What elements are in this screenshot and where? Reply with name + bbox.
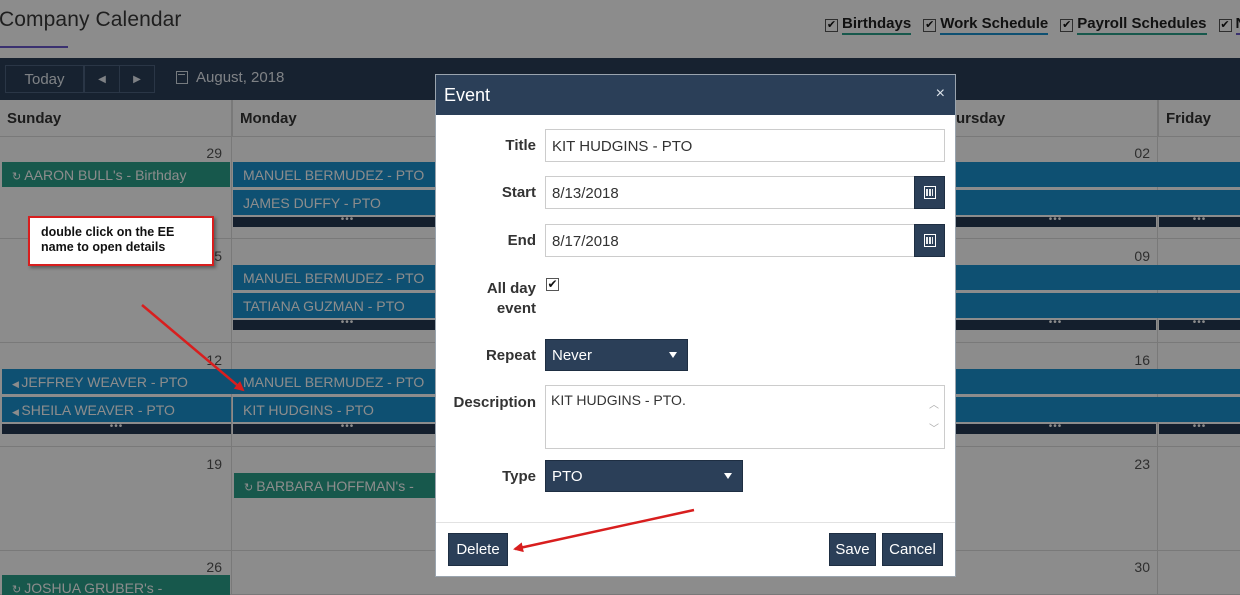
close-icon[interactable]: ×	[936, 85, 945, 103]
repeat-select[interactable]: Never	[545, 339, 688, 371]
caret-down-icon	[724, 473, 732, 479]
start-date-input[interactable]: 8/13/2018	[545, 176, 915, 209]
repeat-value: Never	[552, 347, 593, 364]
end-date-input[interactable]: 8/17/2018	[545, 224, 915, 257]
annotation-text: name to open details	[41, 240, 166, 254]
scroll-up-icon[interactable]: ︿	[929, 396, 939, 411]
start-date-picker-button[interactable]	[914, 176, 945, 209]
event-dialog: Event × Title KIT HUDGINS - PTO Start 8/…	[435, 74, 956, 577]
repeat-label: Repeat	[485, 347, 536, 364]
calendar-icon	[924, 234, 936, 247]
description-label: Description	[453, 394, 536, 411]
end-date-picker-button[interactable]	[914, 224, 945, 257]
dialog-title: Event	[444, 85, 491, 105]
dialog-header: Event ×	[436, 75, 955, 115]
all-day-label-line: event	[496, 300, 536, 317]
description-textarea[interactable]: KIT HUDGINS - PTO. ︿ ﹀	[545, 385, 945, 449]
save-button[interactable]: Save	[829, 533, 876, 566]
type-value: PTO	[552, 468, 583, 485]
title-input[interactable]: KIT HUDGINS - PTO	[545, 129, 945, 162]
type-label: Type	[502, 468, 536, 485]
cancel-button[interactable]: Cancel	[882, 533, 943, 566]
annotation-text: double click on the EE	[41, 225, 175, 239]
start-label: Start	[501, 184, 536, 201]
description-value: KIT HUDGINS - PTO.	[551, 392, 686, 408]
title-label: Title	[505, 137, 536, 154]
scroll-down-icon[interactable]: ﹀	[929, 420, 939, 435]
calendar-icon	[924, 186, 936, 199]
caret-down-icon	[669, 352, 677, 358]
end-label: End	[507, 232, 536, 249]
type-select[interactable]: PTO	[545, 460, 743, 492]
all-day-checkbox[interactable]: ✔	[546, 278, 559, 291]
dialog-footer-divider	[436, 522, 955, 523]
delete-button[interactable]: Delete	[448, 533, 508, 566]
all-day-label: All day event	[436, 279, 536, 319]
annotation-callout: double click on the EE name to open deta…	[28, 216, 214, 266]
all-day-label-line: All day	[486, 280, 536, 297]
